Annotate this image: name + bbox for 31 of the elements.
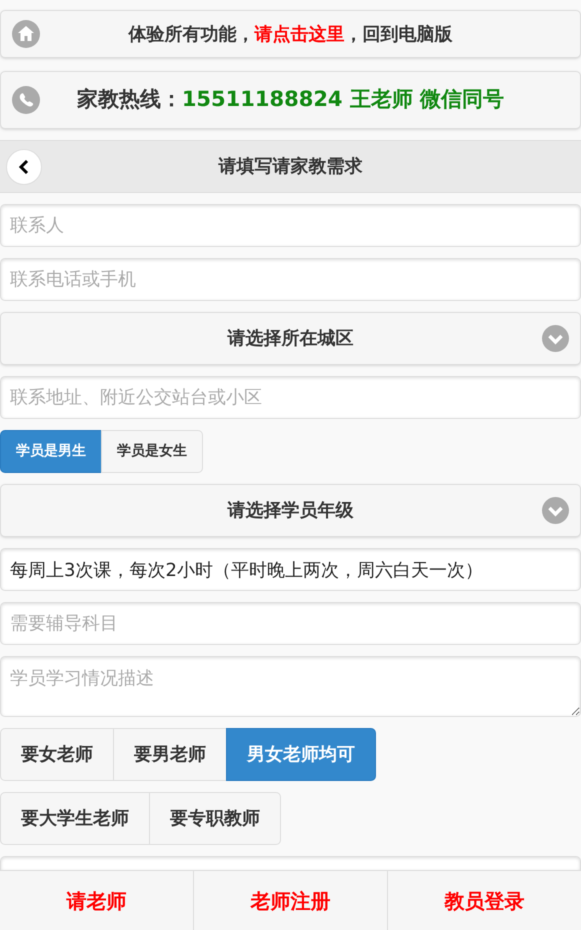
nav-tab[interactable]: 老师注册 [193,871,387,930]
header-title: 请填写请家教需求 [217,155,364,179]
back-button[interactable] [6,148,42,184]
toggle-option[interactable]: 要女老师 [0,728,114,781]
nav-tab[interactable]: 请老师 [0,871,193,930]
toggle-option[interactable]: 要专职教师 [149,792,281,845]
toggle-option[interactable]: 要男老师 [113,728,227,781]
toggle-option[interactable]: 学员是男生 [0,430,102,473]
input-field[interactable] [0,856,581,870]
nav-tab[interactable]: 教员登录 [387,871,581,930]
hotline-number: 15511188824 王老师 微信同号 [182,87,504,112]
chevron-down-icon [542,497,569,524]
toggle-option[interactable]: 学员是女生 [101,430,203,473]
toggle-option[interactable]: 男女老师均可 [226,728,376,781]
select-dropdown[interactable]: 请选择学员年级 [0,484,581,537]
desktop-link[interactable]: 请点击这里 [254,24,344,44]
chevron-left-icon [18,160,30,174]
home-icon [12,20,40,48]
select-dropdown[interactable]: 请选择所在城区 [0,312,581,365]
text-area[interactable]: 学员学习情况描述 [0,656,581,717]
input-field[interactable]: 联系地址、附近公交站台或小区 [0,376,581,419]
input-field[interactable]: 需要辅导科目 [0,602,581,645]
hotline-label: 家教热线： [76,87,182,112]
banner[interactable]: 体验所有功能，请点击这里，回到电脑版 [0,10,581,58]
chevron-down-icon [542,325,569,352]
toggle-option[interactable]: 要大学生老师 [0,792,150,845]
input-field[interactable]: 每周上3次课，每次2小时（平时晚上两次，周六白天一次） [0,548,581,591]
input-field[interactable]: 联系人 [0,204,581,247]
phone-icon [12,86,40,114]
banner-text: 体验所有功能，请点击这里，回到电脑版 [127,22,454,46]
input-field[interactable]: 联系电话或手机 [0,258,581,301]
